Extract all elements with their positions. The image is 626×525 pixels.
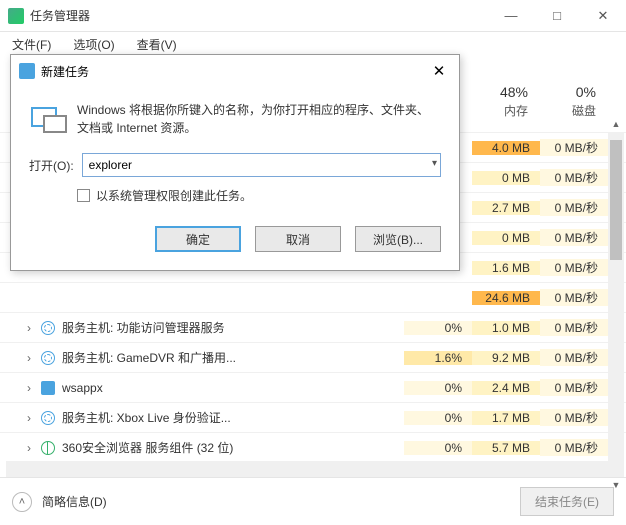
minimize-button[interactable]: —: [488, 0, 534, 32]
new-task-dialog: 新建任务 ✕ Windows 将根据你所键入的名称，为你打开相应的程序、文件夹、…: [10, 54, 460, 271]
open-label: 打开(O):: [29, 157, 74, 174]
table-row[interactable]: › wsappx 0%2.4 MB0 MB/秒: [0, 372, 626, 402]
memory-cell: 9.2 MB: [472, 351, 540, 365]
memory-cell: 1.7 MB: [472, 411, 540, 425]
cpu-cell: 0%: [404, 411, 472, 425]
gear-icon: [40, 320, 56, 336]
dialog-titlebar: 新建任务 ✕: [11, 55, 459, 87]
expand-icon[interactable]: ›: [18, 411, 40, 425]
table-row[interactable]: › 服务主机: GameDVR 和广播用... 1.6%9.2 MB0 MB/秒: [0, 342, 626, 372]
disk-cell: 0 MB/秒: [540, 139, 608, 156]
collapse-icon[interactable]: ˄: [12, 492, 32, 512]
cpu-cell: 0%: [404, 441, 472, 455]
admin-checkbox[interactable]: [77, 189, 90, 202]
disk-cell: 0 MB/秒: [540, 229, 608, 246]
cancel-button[interactable]: 取消: [255, 226, 341, 252]
memory-cell: 1.6 MB: [472, 261, 540, 275]
gear-icon: [40, 410, 56, 426]
shield-icon: [40, 380, 56, 396]
dialog-icon: [19, 63, 35, 79]
run-icon: [29, 101, 65, 137]
browse-button[interactable]: 浏览(B)...: [355, 226, 441, 252]
disk-cell: 0 MB/秒: [540, 289, 608, 306]
process-name: wsappx: [62, 381, 103, 395]
table-row[interactable]: › 服务主机: Xbox Live 身份验证... 0%1.7 MB0 MB/秒: [0, 402, 626, 432]
gear-icon: [40, 350, 56, 366]
scroll-up-icon[interactable]: ▲: [608, 116, 624, 132]
open-input[interactable]: [82, 153, 441, 177]
disk-cell: 0 MB/秒: [540, 409, 608, 426]
process-name: 服务主机: Xbox Live 身份验证...: [62, 409, 231, 426]
memory-cell: 5.7 MB: [472, 441, 540, 455]
disk-cell: 0 MB/秒: [540, 169, 608, 186]
memory-cell: 0 MB: [472, 171, 540, 185]
dropdown-icon[interactable]: ▾: [432, 158, 437, 169]
app-icon: [8, 8, 24, 24]
disk-cell: 0 MB/秒: [540, 439, 608, 456]
memory-cell: 2.7 MB: [472, 201, 540, 215]
vertical-scrollbar[interactable]: ▲ ▼: [608, 132, 624, 477]
memory-cell: 1.0 MB: [472, 321, 540, 335]
memory-cell: 2.4 MB: [472, 381, 540, 395]
menu-view[interactable]: 查看(V): [131, 34, 183, 55]
table-row[interactable]: 24.6 MB0 MB/秒: [0, 282, 626, 312]
disk-cell: 0 MB/秒: [540, 199, 608, 216]
process-name: 服务主机: GameDVR 和广播用...: [62, 349, 236, 366]
header-disk[interactable]: 0% 磁盘: [538, 84, 606, 119]
expand-icon[interactable]: ›: [18, 441, 40, 455]
expand-icon[interactable]: ›: [18, 321, 40, 335]
disk-cell: 0 MB/秒: [540, 259, 608, 276]
ok-button[interactable]: 确定: [155, 226, 241, 252]
maximize-button[interactable]: □: [534, 0, 580, 32]
disk-cell: 0 MB/秒: [540, 319, 608, 336]
expand-icon[interactable]: ›: [18, 351, 40, 365]
menubar: 文件(F) 选项(O) 查看(V): [0, 32, 626, 56]
menu-file[interactable]: 文件(F): [6, 34, 57, 55]
menu-options[interactable]: 选项(O): [67, 34, 120, 55]
close-button[interactable]: ✕: [580, 0, 626, 32]
process-name: 360安全浏览器 服务组件 (32 位): [62, 439, 233, 456]
cpu-cell: 1.6%: [404, 351, 472, 365]
titlebar: 任务管理器 — □ ✕: [0, 0, 626, 32]
globe-icon: [40, 440, 56, 456]
horizontal-scrollbar[interactable]: [6, 461, 620, 477]
header-memory[interactable]: 48% 内存: [470, 84, 538, 119]
memory-cell: 0 MB: [472, 231, 540, 245]
dialog-title: 新建任务: [41, 63, 419, 80]
open-combobox[interactable]: ▾: [82, 153, 441, 177]
footer: ˄ 简略信息(D) 结束任务(E): [0, 477, 626, 525]
brief-info-link[interactable]: 简略信息(D): [42, 493, 520, 510]
disk-cell: 0 MB/秒: [540, 349, 608, 366]
end-task-button: 结束任务(E): [520, 487, 614, 516]
expand-icon[interactable]: ›: [18, 381, 40, 395]
cpu-cell: 0%: [404, 321, 472, 335]
disk-cell: 0 MB/秒: [540, 379, 608, 396]
admin-label: 以系统管理权限创建此任务。: [96, 187, 252, 204]
table-row[interactable]: › 服务主机: 功能访问管理器服务 0%1.0 MB0 MB/秒: [0, 312, 626, 342]
scroll-thumb[interactable]: [610, 140, 622, 260]
window-title: 任务管理器: [30, 7, 488, 24]
cpu-cell: 0%: [404, 381, 472, 395]
dialog-description: Windows 将根据你所键入的名称，为你打开相应的程序、文件夹、文档或 Int…: [77, 101, 441, 137]
dialog-close-button[interactable]: ✕: [419, 62, 459, 80]
memory-cell: 24.6 MB: [472, 291, 540, 305]
process-name: 服务主机: 功能访问管理器服务: [62, 319, 225, 336]
table-row[interactable]: › 360安全浏览器 服务组件 (32 位) 0%5.7 MB0 MB/秒: [0, 432, 626, 462]
column-headers: 48% 内存 0% 磁盘: [470, 84, 606, 119]
memory-cell: 4.0 MB: [472, 141, 540, 155]
